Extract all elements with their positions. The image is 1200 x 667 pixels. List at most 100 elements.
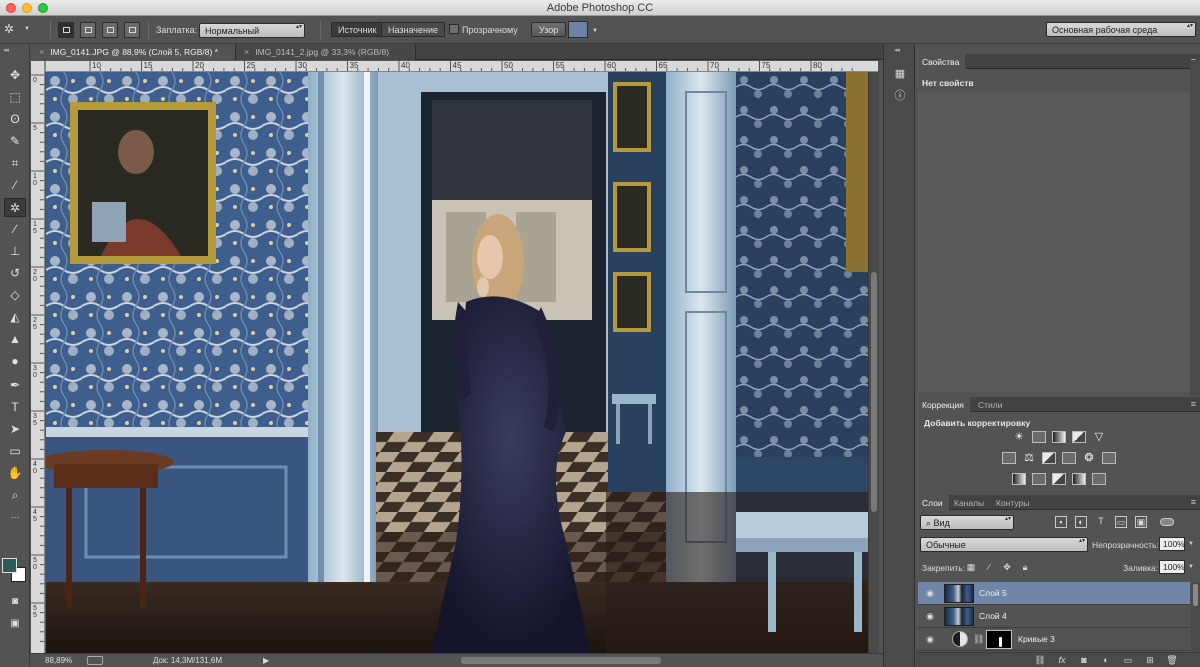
fill-input[interactable]: 100% bbox=[1159, 560, 1185, 574]
new-layer-icon[interactable]: ⊞ bbox=[1144, 655, 1156, 666]
quick-mask-icon[interactable]: ◙ bbox=[4, 592, 26, 611]
vertical-ruler[interactable]: 0 5 10 15 20 25 30 35 40 45 50 55 bbox=[31, 61, 45, 653]
marquee-icon[interactable]: ⬚ bbox=[4, 88, 26, 107]
new-adjustment-layer-icon[interactable]: ◐ bbox=[1100, 655, 1112, 666]
use-pattern-button[interactable]: Узор bbox=[531, 22, 567, 37]
screen-mode-icon[interactable]: ▣ bbox=[4, 614, 26, 633]
photo-filter-icon[interactable] bbox=[1062, 452, 1076, 464]
levels-icon[interactable] bbox=[1032, 431, 1046, 443]
layer-mask-thumbnail[interactable] bbox=[986, 630, 1012, 649]
lasso-icon[interactable]: ʘ bbox=[4, 110, 26, 129]
transparent-checkbox[interactable] bbox=[449, 24, 459, 34]
lock-position-icon[interactable]: ✥ bbox=[1002, 562, 1012, 572]
close-icon[interactable]: × bbox=[39, 47, 44, 57]
zoom-level[interactable]: 88,89% bbox=[45, 656, 72, 665]
eraser-icon[interactable]: ◇ bbox=[4, 286, 26, 305]
horizontal-ruler[interactable]: 10 15 20 25 30 35 40 45 50 55 60 65 70 75 80 bbox=[46, 61, 878, 72]
brush-icon[interactable]: ∕ bbox=[4, 220, 26, 239]
tab-paths[interactable]: Контуры bbox=[990, 495, 1035, 510]
tab-channels[interactable]: Каналы bbox=[948, 495, 990, 510]
canvas-horizontal-scrollbar[interactable] bbox=[461, 657, 661, 664]
lock-all-icon[interactable]: 🔒︎ bbox=[1020, 562, 1030, 572]
new-selection-button[interactable] bbox=[58, 22, 74, 38]
chevron-down-icon[interactable]: ▼ bbox=[1188, 541, 1194, 547]
path-selection-icon[interactable]: ➤ bbox=[4, 420, 26, 439]
link-layers-icon[interactable]: ⛓︎ bbox=[1034, 655, 1046, 666]
source-toggle[interactable]: Источник bbox=[331, 22, 384, 37]
layer-row[interactable]: ◉ Слой 4 bbox=[918, 605, 1190, 628]
tab-adjustments[interactable]: Коррекция bbox=[916, 397, 970, 412]
blur-icon[interactable]: ▲ bbox=[4, 330, 26, 349]
history-panel-icon[interactable]: ▦ bbox=[892, 66, 908, 82]
hand-icon[interactable]: ✋ bbox=[4, 464, 26, 483]
foreground-color-swatch[interactable] bbox=[2, 558, 17, 573]
clone-stamp-icon[interactable]: ⊥ bbox=[4, 242, 26, 261]
doc-tab-img-0141[interactable]: × IMG_0141.JPG @ 88,9% (Слой 5, RGB/8) * bbox=[31, 44, 236, 60]
hue-saturation-icon[interactable] bbox=[1002, 452, 1016, 464]
brightness-icon[interactable]: ☀ bbox=[1012, 431, 1026, 443]
tool-preset-picker[interactable]: ✲ ▼ bbox=[4, 22, 34, 38]
filter-shape-icon[interactable]: ▭ bbox=[1115, 516, 1127, 528]
workspace-select[interactable]: Основная рабочая среда bbox=[1046, 22, 1196, 37]
scrollbar-thumb[interactable] bbox=[1193, 584, 1198, 606]
filter-type-icon[interactable]: T bbox=[1095, 516, 1107, 528]
blend-mode-select[interactable]: Обычные bbox=[920, 537, 1088, 552]
filter-smart-object-icon[interactable]: ▣ bbox=[1135, 516, 1147, 528]
opacity-input[interactable]: 100% bbox=[1159, 537, 1185, 551]
pattern-swatch[interactable] bbox=[568, 21, 588, 38]
eyedropper-icon[interactable]: ⁄ bbox=[4, 176, 26, 195]
close-icon[interactable]: × bbox=[244, 47, 249, 57]
eye-icon[interactable]: ◉ bbox=[924, 588, 936, 598]
status-menu-arrow-icon[interactable]: ▶ bbox=[263, 656, 269, 665]
exposure-icon[interactable] bbox=[1072, 431, 1086, 443]
doc-tab-img-0141-2[interactable]: × IMG_0141_2.jpg @ 33,3% (RGB/8) bbox=[236, 44, 416, 60]
properties-scrollbar[interactable] bbox=[1190, 60, 1200, 395]
subtract-from-selection-button[interactable] bbox=[102, 22, 118, 38]
vibrance-icon[interactable]: ▽ bbox=[1092, 431, 1106, 443]
canvas-vertical-scrollbar[interactable] bbox=[868, 72, 879, 653]
threshold-icon[interactable] bbox=[1052, 473, 1066, 485]
destination-toggle[interactable]: Назначение bbox=[381, 22, 446, 37]
expand-panels-icon[interactable]: ◂◂ bbox=[894, 46, 900, 54]
tab-styles[interactable]: Стили bbox=[972, 397, 1009, 412]
add-to-selection-button[interactable] bbox=[80, 22, 96, 38]
history-brush-icon[interactable]: ↺ bbox=[4, 264, 26, 283]
document-canvas[interactable] bbox=[46, 72, 868, 653]
pen-icon[interactable]: ✒ bbox=[4, 376, 26, 395]
info-panel-icon[interactable]: ⓘ bbox=[892, 88, 908, 104]
intersect-selection-button[interactable] bbox=[124, 22, 140, 38]
panel-menu-icon[interactable]: ≡ bbox=[1191, 399, 1196, 409]
zoom-icon[interactable]: ⌕ bbox=[4, 486, 26, 505]
paint-bucket-icon[interactable]: ◭ bbox=[4, 308, 26, 327]
eye-icon[interactable]: ◉ bbox=[924, 611, 936, 621]
layers-scrollbar[interactable] bbox=[1191, 582, 1200, 652]
channel-mixer-icon[interactable]: ❂ bbox=[1082, 452, 1096, 464]
quick-selection-icon[interactable]: ✎ bbox=[4, 132, 26, 151]
black-white-icon[interactable] bbox=[1042, 452, 1056, 464]
gradient-map-icon[interactable] bbox=[1072, 473, 1086, 485]
layer-row[interactable]: ◉ Слой 5 bbox=[918, 582, 1190, 605]
filter-adjustment-icon[interactable]: ◐ bbox=[1075, 516, 1087, 528]
new-group-icon[interactable]: ▭ bbox=[1122, 655, 1134, 666]
selective-color-icon[interactable] bbox=[1092, 473, 1106, 485]
filter-toggle-switch[interactable] bbox=[1160, 518, 1174, 526]
tab-properties[interactable]: Свойства bbox=[916, 54, 966, 69]
color-lookup-icon[interactable] bbox=[1102, 452, 1116, 464]
chevron-down-icon[interactable]: ▼ bbox=[592, 28, 598, 34]
type-icon[interactable]: T bbox=[4, 398, 26, 417]
trash-icon[interactable]: 🗑︎ bbox=[1166, 655, 1178, 666]
layer-row[interactable]: ◉ ⛓︎ Кривые 3 bbox=[918, 628, 1190, 651]
layer-kind-filter[interactable]: ⌕ Вид bbox=[920, 515, 1014, 530]
patch-tool-icon[interactable]: ✲ bbox=[4, 198, 26, 217]
eye-icon[interactable]: ◉ bbox=[924, 634, 936, 644]
tab-layers[interactable]: Слои bbox=[916, 495, 949, 510]
layer-style-icon[interactable]: fx bbox=[1056, 655, 1068, 666]
edit-toolbar-icon[interactable]: … bbox=[4, 506, 26, 525]
filter-pixel-icon[interactable]: ▪ bbox=[1055, 516, 1067, 528]
lock-image-icon[interactable]: ∕ bbox=[984, 562, 994, 572]
lock-transparent-icon[interactable]: ▦ bbox=[966, 562, 976, 572]
panel-menu-icon[interactable]: ≡ bbox=[1191, 497, 1196, 507]
collapse-toolbox-icon[interactable]: ◂◂ bbox=[3, 46, 9, 54]
curves-icon[interactable] bbox=[1052, 431, 1066, 443]
color-swatches[interactable] bbox=[2, 558, 28, 584]
